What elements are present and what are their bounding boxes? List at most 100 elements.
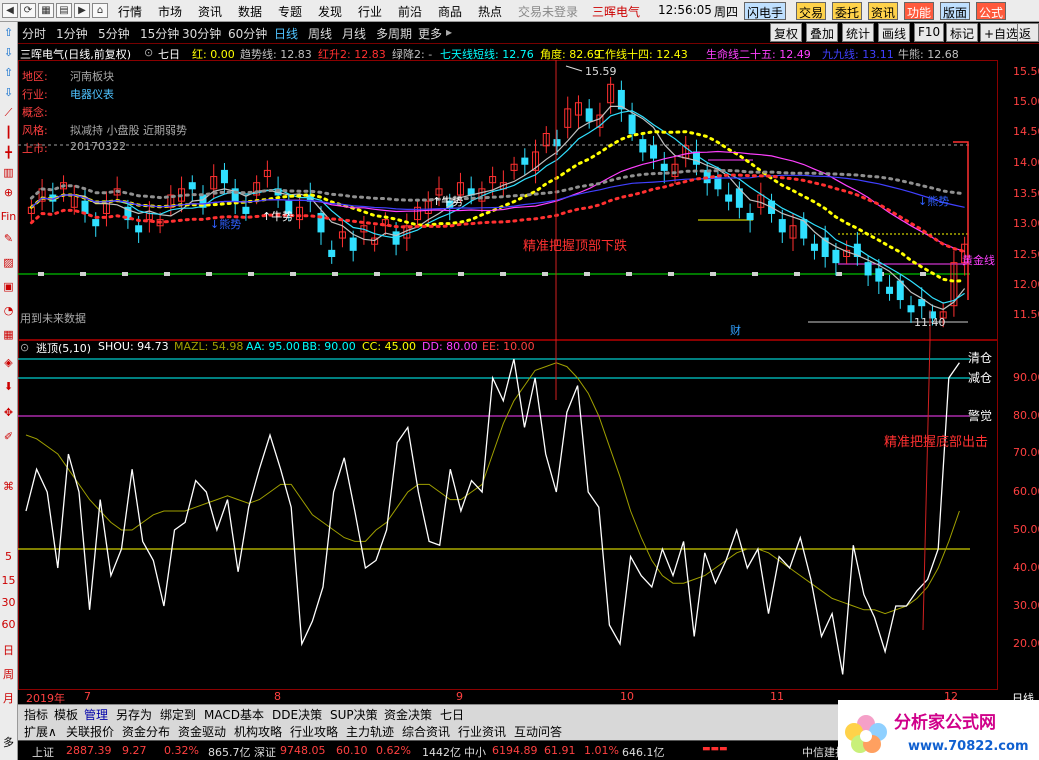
trade-login-status[interactable]: 交易未登录 bbox=[518, 3, 578, 20]
price-chart[interactable]: 15.59 11.40 精准把握顶部下跌用到未来数据财 ↑牛势 ↑牛势 ↓熊势 ↓熊势黄金线 bbox=[18, 60, 998, 340]
layout-button[interactable]: 版面 bbox=[940, 2, 971, 20]
candle bbox=[532, 139, 540, 184]
tool-overlay[interactable]: 叠加 bbox=[806, 23, 839, 42]
escape-top-indicator-chart[interactable]: 清仓减仓警觉精准把握底部出击 bbox=[18, 340, 998, 690]
tf-60min[interactable]: 60分钟 bbox=[228, 25, 267, 42]
period-15[interactable]: 15 bbox=[0, 574, 17, 587]
menu-hangye[interactable]: 行业 bbox=[358, 3, 382, 20]
menu-zhuanti[interactable]: 专题 bbox=[278, 3, 302, 20]
tab-qa[interactable]: 互动问答 bbox=[512, 723, 564, 740]
tab-save-as[interactable]: 另存为 bbox=[114, 706, 154, 723]
tool-f10[interactable]: F10 bbox=[914, 23, 945, 42]
tab-seven-day[interactable]: 七日 bbox=[438, 706, 466, 723]
tab-macd[interactable]: MACD基本 bbox=[202, 706, 266, 723]
menu-zixun[interactable]: 资讯 bbox=[198, 3, 222, 20]
arrow-up2-icon[interactable]: ⇧ bbox=[0, 66, 17, 79]
tool-stats[interactable]: 统计 bbox=[842, 23, 875, 42]
candle-icon[interactable]: ┃ bbox=[0, 126, 17, 139]
period-multi[interactable]: 多 bbox=[0, 734, 17, 750]
tab-fund-drive[interactable]: 资金驱动 bbox=[176, 723, 228, 740]
tab-template[interactable]: 模板 bbox=[52, 706, 80, 723]
tab-fund[interactable]: 资金决策 bbox=[382, 706, 434, 723]
period-5[interactable]: 5 bbox=[0, 550, 17, 563]
period-60[interactable]: 60 bbox=[0, 618, 17, 631]
tab-expand[interactable]: 扩展∧ bbox=[22, 723, 59, 740]
menu-shangpin[interactable]: 商品 bbox=[438, 3, 462, 20]
tf-15min[interactable]: 15分钟 bbox=[140, 25, 179, 42]
home-icon[interactable]: ⌂ bbox=[92, 3, 108, 18]
chart-icon[interactable]: ▨ bbox=[0, 256, 17, 269]
tf-1min[interactable]: 1分钟 bbox=[56, 25, 88, 42]
tf-multi[interactable]: 多周期 bbox=[376, 25, 412, 42]
tf-day[interactable]: 日线 bbox=[274, 25, 298, 42]
lightning-hand-button[interactable]: 闪电手 bbox=[744, 2, 787, 20]
arrow-down2-icon[interactable]: ⇩ bbox=[0, 86, 17, 99]
tab-main-track[interactable]: 主力轨迹 bbox=[344, 723, 396, 740]
tab-bind-to[interactable]: 绑定到 bbox=[158, 706, 198, 723]
f5-icon[interactable]: ⌘ bbox=[0, 480, 17, 493]
tab-indicator[interactable]: 指标 bbox=[22, 706, 50, 723]
pen-icon[interactable]: ✐ bbox=[0, 430, 17, 443]
tf-fenshi[interactable]: 分时 bbox=[22, 25, 46, 42]
function-button[interactable]: 功能 bbox=[904, 2, 935, 20]
entrust-button[interactable]: 委托 bbox=[832, 2, 863, 20]
tf-more[interactable]: 更多 bbox=[418, 25, 442, 42]
layout-icon[interactable]: ▦ bbox=[38, 3, 54, 18]
period-month[interactable]: 月 bbox=[0, 690, 17, 706]
kline-icon[interactable]: ╋ bbox=[0, 146, 17, 159]
menu-shuju[interactable]: 数据 bbox=[238, 3, 262, 20]
tf-month[interactable]: 月线 bbox=[342, 25, 366, 42]
tool-mark[interactable]: 标记 bbox=[946, 23, 979, 42]
rsi-icon[interactable]: ◈ bbox=[0, 356, 17, 369]
refresh-icon[interactable]: ⟳ bbox=[20, 3, 36, 18]
tf-5min[interactable]: 5分钟 bbox=[98, 25, 130, 42]
fiz-icon[interactable]: ▣ bbox=[0, 280, 17, 293]
tf-30min[interactable]: 30分钟 bbox=[182, 25, 221, 42]
tool-icon[interactable]: ✎ bbox=[0, 232, 17, 245]
tab-related-quote[interactable]: 关联报价 bbox=[64, 723, 116, 740]
down-red-icon[interactable]: ⬇ bbox=[0, 380, 17, 393]
line-chart-icon[interactable]: ⟋ bbox=[0, 106, 17, 120]
y-sub-4: 50.00 bbox=[1013, 523, 1039, 536]
move-icon[interactable]: ✥ bbox=[0, 406, 17, 419]
menu-redian[interactable]: 热点 bbox=[478, 3, 502, 20]
zoom-icon[interactable]: ⊕ bbox=[0, 186, 17, 199]
tab-inst-strategy[interactable]: 机构攻略 bbox=[232, 723, 284, 740]
bar-icon[interactable]: ▥ bbox=[0, 166, 17, 179]
formula-button[interactable]: 公式 bbox=[976, 2, 1007, 20]
arrow-down-icon[interactable]: ⇩ bbox=[0, 46, 17, 59]
tab-sup[interactable]: SUP决策 bbox=[328, 706, 380, 723]
news-button[interactable]: 资讯 bbox=[868, 2, 899, 20]
candle bbox=[38, 179, 46, 211]
grid-icon[interactable]: ▤ bbox=[56, 3, 72, 18]
arrow-up-icon[interactable]: ⇧ bbox=[0, 26, 17, 39]
menu-qianyan[interactable]: 前沿 bbox=[398, 3, 422, 20]
pie-icon[interactable]: ◔ bbox=[0, 304, 17, 317]
tab-general-news[interactable]: 综合资讯 bbox=[400, 723, 452, 740]
period-day[interactable]: 日 bbox=[0, 642, 17, 658]
menu-shichang[interactable]: 市场 bbox=[158, 3, 182, 20]
period-30[interactable]: 30 bbox=[0, 596, 17, 609]
tool-add-fav[interactable]: +自选 bbox=[980, 23, 1023, 42]
tool-back[interactable]: 返回 bbox=[1017, 23, 1039, 58]
tab-manage[interactable]: 管理 bbox=[82, 706, 110, 723]
trade-button[interactable]: 交易 bbox=[796, 2, 827, 20]
tf-week[interactable]: 周线 bbox=[308, 25, 332, 42]
forward-icon[interactable]: ▶ bbox=[74, 3, 90, 18]
tool-draw[interactable]: 画线 bbox=[878, 23, 911, 42]
menu-hangqing[interactable]: 行情 bbox=[118, 3, 142, 20]
back-icon[interactable]: ◀ bbox=[2, 3, 18, 18]
grid2-icon[interactable]: ▦ bbox=[0, 328, 17, 341]
tool-restore[interactable]: 复权 bbox=[770, 23, 803, 42]
tab-industry-strategy[interactable]: 行业攻略 bbox=[288, 723, 340, 740]
settings-circle-icon[interactable]: ⊙ bbox=[144, 46, 153, 59]
tab-fund-distribution[interactable]: 资金分布 bbox=[120, 723, 172, 740]
y-main-0: 15.50 bbox=[1013, 65, 1039, 78]
menu-faxian[interactable]: 发现 bbox=[318, 3, 342, 20]
tab-dde[interactable]: DDE决策 bbox=[270, 706, 324, 723]
tab-industry-news[interactable]: 行业资讯 bbox=[456, 723, 508, 740]
more-arrow-icon[interactable]: ▸ bbox=[446, 25, 452, 39]
fin-icon[interactable]: Fin bbox=[0, 210, 17, 223]
clock-time: 12:56:05 bbox=[658, 3, 712, 17]
period-week[interactable]: 周 bbox=[0, 666, 17, 682]
